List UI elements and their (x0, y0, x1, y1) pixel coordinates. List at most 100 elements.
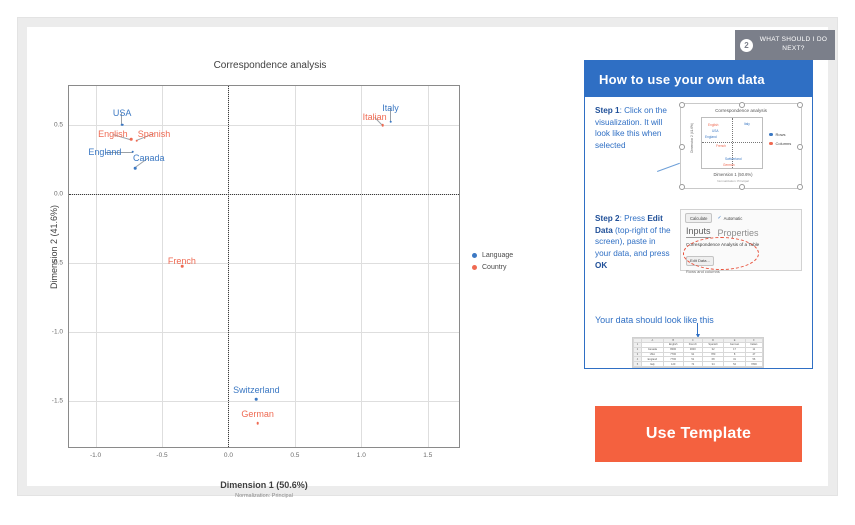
step-1-text: Step 1: Click on the visualization. It w… (595, 105, 671, 152)
mini-legend-label: Rows (775, 132, 786, 137)
use-template-button[interactable]: Use Template (595, 406, 802, 462)
step-number-badge: 2 (740, 38, 753, 52)
panel-description: Correspondence Analysis of a Table (686, 242, 760, 247)
panel-toolbar-row: Calculate ✓ Automatic (681, 210, 801, 226)
mini-data-point-label: England (705, 135, 717, 139)
chart-legend[interactable]: Language Country (472, 252, 513, 276)
resize-handle-icon (679, 184, 685, 190)
x-axis-tick-label: 0.0 (223, 452, 233, 459)
your-data-heading: Your data should look like this (595, 315, 714, 325)
horizontal-reference-line (69, 193, 459, 195)
y-axis-title: Dimension 2 (41.6%) (49, 204, 59, 290)
y-axis-tick-label: -1.5 (51, 397, 63, 405)
legend-color-swatch-icon (472, 253, 477, 258)
step-2-bold-end: OK (595, 260, 608, 270)
mini-legend-item: Columns (769, 141, 791, 146)
what-should-i-do-next-tab[interactable]: 2 WHAT SHOULD I DO NEXT? (735, 30, 835, 60)
spreadsheet-cell: 120 (662, 361, 684, 367)
x-axis-tick-label: -0.5 (156, 452, 168, 459)
mini-visualization-thumbnail: Correspondence analysis English USA Italy E… (679, 102, 803, 190)
x-axis-tick-label: 1.0 (356, 452, 366, 459)
data-point-label[interactable]: USA (113, 108, 132, 118)
data-point[interactable] (389, 120, 392, 124)
mini-data-point-label: English (708, 123, 719, 127)
automatic-label: Automatic (723, 215, 743, 221)
gridline-horizontal (69, 262, 459, 264)
data-point-label[interactable]: French (168, 256, 196, 266)
spreadsheet-cell: Italy (641, 361, 664, 367)
y-axis-tick-label: 0.5 (53, 121, 63, 129)
tab-properties[interactable]: Properties (718, 228, 759, 238)
vertical-reference-line (228, 86, 230, 447)
data-point[interactable] (134, 166, 137, 170)
spreadsheet-body: 1 English French Spanish German Italian 2 Canad… (633, 342, 764, 367)
mini-data-point-label: German (723, 163, 735, 167)
step-2-bold-lead: Step 2 (595, 214, 620, 223)
legend-label: Country (482, 264, 507, 271)
panel-subtext: Rows and columns (686, 269, 720, 274)
step-1-bold: Step 1 (595, 106, 620, 115)
plot-area[interactable]: 0.5 0.0 -0.5 -1.0 -1.5 -1.0 -0.5 0.0 0.5 1.0 1.5 US… (52, 85, 460, 459)
mini-legend-label: Columns (775, 141, 792, 146)
resize-handle-icon (679, 144, 685, 150)
chart-subtitle: Normalization: Principal (235, 493, 293, 499)
spreadsheet-cell: 7800 (744, 361, 764, 367)
mini-chart-subtitle: Normalization: Principal (717, 179, 749, 183)
data-point[interactable] (255, 398, 258, 401)
x-axis-tick-label: -1.0 (89, 452, 102, 459)
data-point-label[interactable]: Italian (363, 112, 387, 122)
mini-x-axis-title: Dimension 1 (50.6%) (713, 172, 753, 177)
spreadsheet-row-header: 5 (633, 361, 642, 367)
correspondence-analysis-chart[interactable]: Correspondence analysis 0.5 0.0 -0.5 -1.0 -1… (40, 52, 560, 499)
gridline-vertical (162, 86, 164, 447)
mini-horizontal-reference-line (702, 142, 762, 143)
data-point-label[interactable]: German (241, 409, 274, 419)
data-point[interactable] (120, 123, 124, 126)
calculate-button[interactable]: Calculate (685, 213, 713, 223)
gridline-vertical (361, 86, 363, 447)
spreadsheet-row: 5 Italy 120 72 34 54 7800 (633, 361, 764, 367)
data-point-label[interactable]: English (98, 129, 128, 139)
spreadsheet-thumbnail: ABCDEF 1 English French Spanish German Italia… (632, 337, 764, 368)
legend-color-swatch-icon (472, 265, 477, 270)
mini-plot-area: English USA Italy England French Switzerland G… (701, 117, 763, 169)
x-axis-tick-label: 0.5 (290, 452, 300, 459)
legend-label: Language (482, 252, 514, 259)
edit-data-button[interactable]: Edit Data... (686, 255, 714, 266)
gridline-horizontal (69, 400, 459, 402)
gridline-vertical (95, 86, 97, 447)
help-card-body: Step 1: Click on the visualization. It w… (585, 97, 812, 368)
legend-item[interactable]: Language (472, 252, 513, 259)
data-point[interactable] (256, 422, 259, 425)
legend-item[interactable]: Country (472, 264, 513, 271)
data-point-label[interactable]: Canada (133, 153, 165, 163)
mini-data-point-label: USA (712, 129, 719, 133)
data-point[interactable] (131, 150, 135, 153)
gridline-horizontal (69, 124, 459, 126)
mini-data-point-label: Switzerland (725, 157, 742, 161)
mini-legend-swatch-icon (769, 141, 773, 146)
resize-handle-icon (797, 144, 803, 150)
step-1-leader-line (657, 162, 680, 172)
mini-data-point-label: Italy (744, 122, 750, 126)
chart-title: Correspondence analysis (213, 60, 327, 71)
spreadsheet-cell: 54 (723, 361, 746, 367)
resize-handle-icon (797, 184, 803, 190)
data-point[interactable] (135, 139, 139, 142)
data-point[interactable] (381, 124, 384, 127)
mini-y-axis-title: Dimension 2 (41.6%) (690, 123, 694, 153)
next-tab-label: WHAT SHOULD I DO NEXT? (759, 36, 828, 52)
panel-tabs[interactable]: Inputs Properties (681, 226, 801, 238)
data-point[interactable] (130, 137, 133, 141)
data-point-label[interactable]: Switzerland (233, 385, 280, 395)
spreadsheet-cell: 34 (701, 361, 725, 367)
spreadsheet-table: ABCDEF 1 English French Spanish German Italia… (633, 338, 764, 367)
x-axis-tick-label: 1.5 (423, 452, 433, 459)
mini-chart-title: Correspondence analysis (715, 108, 767, 113)
tab-inputs[interactable]: Inputs (686, 226, 711, 238)
automatic-checkbox[interactable]: ✓ Automatic (717, 215, 742, 221)
mini-chart-legend: Rows Columns (769, 132, 791, 150)
data-point-label[interactable]: Spanish (138, 129, 171, 139)
help-card-heading: How to use your own data (585, 61, 812, 97)
data-point-label[interactable]: England (88, 147, 121, 157)
